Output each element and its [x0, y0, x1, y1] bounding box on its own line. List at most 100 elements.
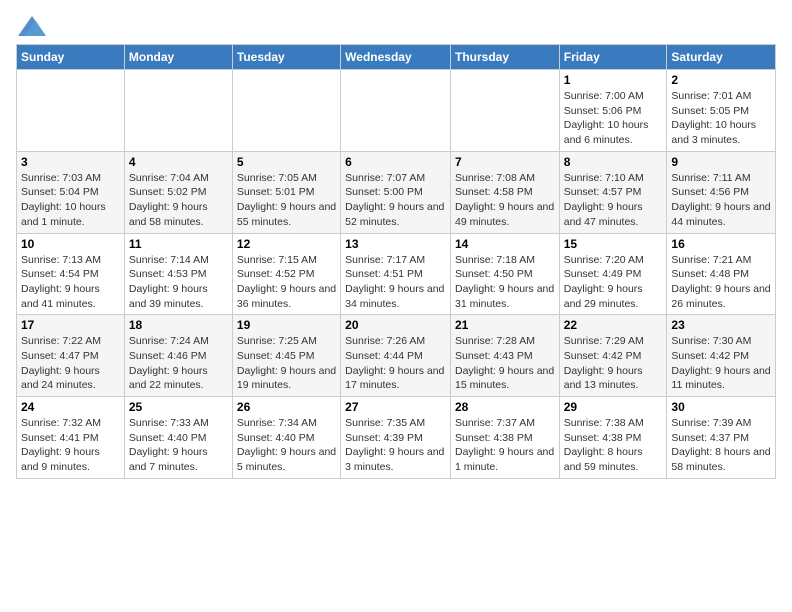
day-info: Sunrise: 7:11 AM Sunset: 4:56 PM Dayligh… [671, 171, 771, 230]
day-number: 23 [671, 318, 771, 332]
day-cell: 21 Sunrise: 7:28 AM Sunset: 4:43 PM Dayli… [450, 315, 559, 397]
day-number: 13 [345, 237, 446, 251]
day-number: 29 [564, 400, 663, 414]
day-cell: 10 Sunrise: 7:13 AM Sunset: 4:54 PM Dayli… [17, 233, 125, 315]
day-cell: 19 Sunrise: 7:25 AM Sunset: 4:45 PM Dayli… [232, 315, 340, 397]
day-info: Sunrise: 7:32 AM Sunset: 4:41 PM Dayligh… [21, 416, 120, 475]
day-cell [17, 70, 125, 152]
day-number: 27 [345, 400, 446, 414]
day-cell: 24 Sunrise: 7:32 AM Sunset: 4:41 PM Dayli… [17, 397, 125, 479]
day-info: Sunrise: 7:07 AM Sunset: 5:00 PM Dayligh… [345, 171, 446, 230]
day-number: 7 [455, 155, 555, 169]
day-info: Sunrise: 7:20 AM Sunset: 4:49 PM Dayligh… [564, 253, 663, 312]
day-info: Sunrise: 7:24 AM Sunset: 4:46 PM Dayligh… [129, 334, 228, 393]
day-number: 15 [564, 237, 663, 251]
logo [16, 16, 46, 32]
day-info: Sunrise: 7:28 AM Sunset: 4:43 PM Dayligh… [455, 334, 555, 393]
week-row-2: 3 Sunrise: 7:03 AM Sunset: 5:04 PM Daylig… [17, 151, 776, 233]
calendar-table: SundayMondayTuesdayWednesdayThursdayFrid… [16, 44, 776, 479]
day-number: 20 [345, 318, 446, 332]
day-cell: 3 Sunrise: 7:03 AM Sunset: 5:04 PM Daylig… [17, 151, 125, 233]
day-number: 19 [237, 318, 336, 332]
day-cell [232, 70, 340, 152]
day-number: 1 [564, 73, 663, 87]
day-cell: 25Sunrise: 7:33 AM Sunset: 4:40 PM Dayli… [124, 397, 232, 479]
day-number: 3 [21, 155, 120, 169]
week-row-1: 1 Sunrise: 7:00 AM Sunset: 5:06 PM Daylig… [17, 70, 776, 152]
day-cell: 18 Sunrise: 7:24 AM Sunset: 4:46 PM Dayli… [124, 315, 232, 397]
day-cell: 27 Sunrise: 7:35 AM Sunset: 4:39 PM Dayli… [341, 397, 451, 479]
day-number: 2 [671, 73, 771, 87]
day-number: 12 [237, 237, 336, 251]
calendar-header: SundayMondayTuesdayWednesdayThursdayFrid… [17, 45, 776, 70]
header-day-tuesday: Tuesday [232, 45, 340, 70]
day-number: 21 [455, 318, 555, 332]
day-number: 18 [129, 318, 228, 332]
day-info: Sunrise: 7:38 AM Sunset: 4:38 PM Dayligh… [564, 416, 663, 475]
day-cell: 20 Sunrise: 7:26 AM Sunset: 4:44 PM Dayli… [341, 315, 451, 397]
day-cell: 28 Sunrise: 7:37 AM Sunset: 4:38 PM Dayli… [450, 397, 559, 479]
day-cell: 9 Sunrise: 7:11 AM Sunset: 4:56 PM Daylig… [667, 151, 776, 233]
day-number: 6 [345, 155, 446, 169]
day-info: Sunrise: 7:39 AM Sunset: 4:37 PM Dayligh… [671, 416, 771, 475]
day-info: Sunrise: 7:14 AM Sunset: 4:53 PM Dayligh… [129, 253, 228, 312]
day-cell: 22Sunrise: 7:29 AM Sunset: 4:42 PM Dayli… [559, 315, 667, 397]
day-cell: 13 Sunrise: 7:17 AM Sunset: 4:51 PM Dayli… [341, 233, 451, 315]
day-cell [450, 70, 559, 152]
logo-icon [18, 16, 46, 36]
day-info: Sunrise: 7:34 AM Sunset: 4:40 PM Dayligh… [237, 416, 336, 475]
week-row-3: 10 Sunrise: 7:13 AM Sunset: 4:54 PM Dayli… [17, 233, 776, 315]
day-cell: 15 Sunrise: 7:20 AM Sunset: 4:49 PM Dayli… [559, 233, 667, 315]
week-row-5: 24 Sunrise: 7:32 AM Sunset: 4:41 PM Dayli… [17, 397, 776, 479]
day-cell: 16Sunrise: 7:21 AM Sunset: 4:48 PM Dayli… [667, 233, 776, 315]
day-cell: 26 Sunrise: 7:34 AM Sunset: 4:40 PM Dayli… [232, 397, 340, 479]
header-day-wednesday: Wednesday [341, 45, 451, 70]
day-info: Sunrise: 7:10 AM Sunset: 4:57 PM Dayligh… [564, 171, 663, 230]
day-info: Sunrise: 7:26 AM Sunset: 4:44 PM Dayligh… [345, 334, 446, 393]
header-day-friday: Friday [559, 45, 667, 70]
day-number: 14 [455, 237, 555, 251]
day-cell: 14Sunrise: 7:18 AM Sunset: 4:50 PM Dayli… [450, 233, 559, 315]
day-info: Sunrise: 7:35 AM Sunset: 4:39 PM Dayligh… [345, 416, 446, 475]
header-day-sunday: Sunday [17, 45, 125, 70]
day-number: 28 [455, 400, 555, 414]
day-number: 8 [564, 155, 663, 169]
header-row: SundayMondayTuesdayWednesdayThursdayFrid… [17, 45, 776, 70]
day-number: 4 [129, 155, 228, 169]
day-number: 5 [237, 155, 336, 169]
day-info: Sunrise: 7:17 AM Sunset: 4:51 PM Dayligh… [345, 253, 446, 312]
day-info: Sunrise: 7:04 AM Sunset: 5:02 PM Dayligh… [129, 171, 228, 230]
day-info: Sunrise: 7:25 AM Sunset: 4:45 PM Dayligh… [237, 334, 336, 393]
day-number: 22 [564, 318, 663, 332]
day-cell [341, 70, 451, 152]
day-info: Sunrise: 7:21 AM Sunset: 4:48 PM Dayligh… [671, 253, 771, 312]
day-number: 10 [21, 237, 120, 251]
calendar-body: 1 Sunrise: 7:00 AM Sunset: 5:06 PM Daylig… [17, 70, 776, 479]
header-day-thursday: Thursday [450, 45, 559, 70]
day-info: Sunrise: 7:13 AM Sunset: 4:54 PM Dayligh… [21, 253, 120, 312]
week-row-4: 17Sunrise: 7:22 AM Sunset: 4:47 PM Dayli… [17, 315, 776, 397]
day-number: 26 [237, 400, 336, 414]
day-info: Sunrise: 7:37 AM Sunset: 4:38 PM Dayligh… [455, 416, 555, 475]
day-number: 17 [21, 318, 120, 332]
day-cell: 4 Sunrise: 7:04 AM Sunset: 5:02 PM Daylig… [124, 151, 232, 233]
day-info: Sunrise: 7:00 AM Sunset: 5:06 PM Dayligh… [564, 89, 663, 148]
day-cell: 7 Sunrise: 7:08 AM Sunset: 4:58 PM Daylig… [450, 151, 559, 233]
day-cell: 11 Sunrise: 7:14 AM Sunset: 4:53 PM Dayli… [124, 233, 232, 315]
day-cell [124, 70, 232, 152]
day-cell: 6 Sunrise: 7:07 AM Sunset: 5:00 PM Daylig… [341, 151, 451, 233]
day-cell: 8 Sunrise: 7:10 AM Sunset: 4:57 PM Daylig… [559, 151, 667, 233]
day-number: 24 [21, 400, 120, 414]
day-cell: 1 Sunrise: 7:00 AM Sunset: 5:06 PM Daylig… [559, 70, 667, 152]
day-cell: 17Sunrise: 7:22 AM Sunset: 4:47 PM Dayli… [17, 315, 125, 397]
header-day-monday: Monday [124, 45, 232, 70]
day-number: 11 [129, 237, 228, 251]
day-cell: 12Sunrise: 7:15 AM Sunset: 4:52 PM Dayli… [232, 233, 340, 315]
day-cell: 30Sunrise: 7:39 AM Sunset: 4:37 PM Dayli… [667, 397, 776, 479]
day-info: Sunrise: 7:08 AM Sunset: 4:58 PM Dayligh… [455, 171, 555, 230]
day-cell: 23 Sunrise: 7:30 AM Sunset: 4:42 PM Dayli… [667, 315, 776, 397]
day-number: 9 [671, 155, 771, 169]
day-info: Sunrise: 7:33 AM Sunset: 4:40 PM Dayligh… [129, 416, 228, 475]
day-info: Sunrise: 7:30 AM Sunset: 4:42 PM Dayligh… [671, 334, 771, 393]
day-info: Sunrise: 7:03 AM Sunset: 5:04 PM Dayligh… [21, 171, 120, 230]
